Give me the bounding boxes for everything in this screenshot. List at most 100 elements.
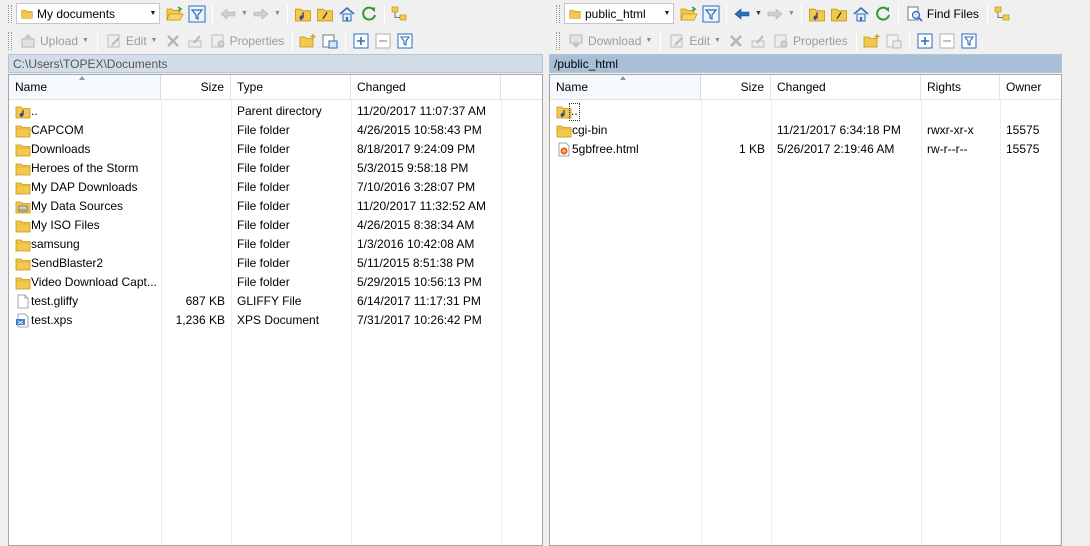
table-row[interactable]: samsung File folder 1/3/2016 10:42:08 AM bbox=[9, 235, 542, 254]
filter-button[interactable] bbox=[700, 3, 722, 25]
filter-select-button[interactable] bbox=[394, 30, 416, 52]
rename-button[interactable] bbox=[747, 30, 769, 52]
table-row[interactable]: .. bbox=[550, 102, 1061, 121]
chevron-down-icon[interactable]: ▼ bbox=[274, 10, 281, 17]
chevron-down-icon[interactable]: ▼ bbox=[714, 37, 721, 44]
new-folder-button[interactable] bbox=[861, 30, 883, 52]
forward-button[interactable]: ▼ bbox=[764, 3, 797, 25]
filter-select-button[interactable] bbox=[958, 30, 980, 52]
chevron-down-icon[interactable]: ▼ bbox=[645, 37, 652, 44]
select-files-button[interactable] bbox=[914, 30, 936, 52]
column-header-name[interactable]: Name bbox=[9, 75, 161, 99]
column-header-name[interactable]: Name bbox=[550, 75, 701, 99]
name-cell: Heroes of the Storm bbox=[9, 159, 161, 178]
chevron-down-icon[interactable]: ▼ bbox=[788, 10, 795, 17]
back-button[interactable]: ▼ bbox=[217, 3, 250, 25]
column-divider bbox=[771, 100, 772, 545]
new-folder-button[interactable] bbox=[297, 30, 319, 52]
table-row[interactable]: My DAP Downloads File folder 7/10/2016 3:2… bbox=[9, 178, 542, 197]
upload-button[interactable]: Upload ▼ bbox=[16, 30, 93, 52]
arrow-right-icon bbox=[767, 7, 783, 20]
download-button[interactable]: Download ▼ bbox=[564, 30, 656, 52]
delete-icon bbox=[166, 34, 179, 47]
chevron-down-icon[interactable]: ▼ bbox=[755, 10, 762, 17]
root-directory-button[interactable] bbox=[828, 3, 850, 25]
open-directory-button[interactable] bbox=[678, 3, 700, 25]
column-header-type[interactable]: Type bbox=[231, 75, 351, 99]
parent-directory-button[interactable] bbox=[806, 3, 828, 25]
table-row[interactable]: Video Download Capt... File folder 5/29/20… bbox=[9, 273, 542, 292]
chevron-down-icon[interactable]: ▼ bbox=[151, 37, 158, 44]
properties-button[interactable]: Properties bbox=[206, 30, 289, 52]
column-header-size[interactable]: Size bbox=[161, 75, 231, 99]
column-header-size[interactable]: Size bbox=[701, 75, 771, 99]
select-files-button[interactable] bbox=[350, 30, 372, 52]
unselect-files-button[interactable] bbox=[372, 30, 394, 52]
table-row[interactable]: cgi-bin 11/21/2017 6:34:18 PM rwxr-xr-x 155… bbox=[550, 121, 1061, 140]
tree-view-button[interactable] bbox=[389, 3, 411, 25]
toolbar-grip[interactable] bbox=[8, 31, 12, 50]
table-row[interactable]: Downloads File folder 8/18/2017 9:24:09 PM bbox=[9, 140, 542, 159]
column-header-changed[interactable]: Changed bbox=[351, 75, 501, 99]
local-file-list[interactable]: Name Size Type Changed .. Parent director… bbox=[8, 74, 543, 546]
file-name: CAPCOM bbox=[31, 123, 84, 137]
toolbar-grip[interactable] bbox=[556, 31, 560, 50]
chevron-down-icon[interactable]: ▼ bbox=[241, 10, 248, 17]
size-cell bbox=[161, 178, 231, 197]
forward-button[interactable]: ▼ bbox=[250, 3, 283, 25]
edit-button[interactable]: Edit ▼ bbox=[665, 30, 725, 52]
home-directory-button[interactable] bbox=[850, 3, 872, 25]
refresh-button[interactable] bbox=[358, 3, 380, 25]
toolbar-grip[interactable] bbox=[556, 4, 560, 23]
toolbar-separator bbox=[660, 30, 662, 51]
table-row[interactable]: 5gbfree.html 1 KB 5/26/2017 2:19:46 AM rw-r… bbox=[550, 140, 1061, 159]
file-name: Video Download Capt... bbox=[31, 275, 157, 289]
column-header-changed[interactable]: Changed bbox=[771, 75, 921, 99]
edit-button[interactable]: Edit ▼ bbox=[102, 30, 162, 52]
unselect-files-button[interactable] bbox=[936, 30, 958, 52]
remote-location-combo[interactable]: public_html ▼ bbox=[564, 3, 674, 24]
filter-button[interactable] bbox=[186, 3, 208, 25]
table-row[interactable]: My ISO Files File folder 4/26/2015 8:38:34… bbox=[9, 216, 542, 235]
refresh-button[interactable] bbox=[872, 3, 894, 25]
column-header-rights[interactable]: Rights bbox=[921, 75, 1000, 99]
rename-button[interactable] bbox=[184, 30, 206, 52]
column-header-owner[interactable]: Owner bbox=[1000, 75, 1061, 99]
home-directory-button[interactable] bbox=[336, 3, 358, 25]
minus-icon bbox=[939, 33, 955, 48]
root-directory-button[interactable] bbox=[314, 3, 336, 25]
open-directory-button[interactable] bbox=[164, 3, 186, 25]
changed-cell: 6/14/2017 11:17:31 PM bbox=[357, 294, 481, 308]
table-row[interactable]: SendBlaster2 File folder 5/11/2015 8:51:38… bbox=[9, 254, 542, 273]
chevron-down-icon[interactable]: ▼ bbox=[82, 37, 89, 44]
remote-file-list[interactable]: Name Size Changed Rights Owner .. cgi-bin… bbox=[549, 74, 1062, 546]
chevron-down-icon[interactable]: ▼ bbox=[661, 4, 673, 23]
new-file-button[interactable] bbox=[883, 30, 905, 52]
type-cell: GLIFFY File bbox=[237, 294, 302, 308]
download-label: Download bbox=[588, 33, 642, 48]
table-row[interactable]: My Data Sources File folder 11/20/2017 11:… bbox=[9, 197, 542, 216]
chevron-down-icon[interactable]: ▼ bbox=[147, 4, 159, 23]
table-row[interactable]: test.gliffy 687 KB GLIFFY File 6/14/2017 11… bbox=[9, 292, 542, 311]
toolbar-grip[interactable] bbox=[8, 4, 12, 23]
tree-view-button[interactable] bbox=[992, 3, 1014, 25]
remote-list-header: Name Size Changed Rights Owner bbox=[550, 75, 1061, 100]
back-button[interactable]: ▼ bbox=[731, 3, 764, 25]
delete-button[interactable] bbox=[725, 30, 747, 52]
parent-directory-button[interactable] bbox=[292, 3, 314, 25]
table-row[interactable]: test.xps 1,236 KB XPS Document 7/31/2017 10… bbox=[9, 311, 542, 330]
local-path-bar[interactable]: C:\Users\TOPEX\Documents bbox=[8, 54, 543, 73]
size-cell: 1 KB bbox=[738, 142, 765, 156]
new-file-button[interactable] bbox=[319, 30, 341, 52]
table-row[interactable]: CAPCOM File folder 4/26/2015 10:58:43 PM bbox=[9, 121, 542, 140]
table-row[interactable]: .. Parent directory 11/20/2017 11:07:37 AM bbox=[9, 102, 542, 121]
delete-button[interactable] bbox=[162, 30, 184, 52]
local-location-combo[interactable]: My documents ▼ bbox=[16, 3, 160, 24]
type-cell: File folder bbox=[237, 275, 290, 289]
toolbar-separator bbox=[286, 3, 288, 24]
remote-path-bar[interactable]: /public_html bbox=[549, 54, 1062, 73]
find-files-button[interactable]: Find Files bbox=[903, 3, 983, 25]
properties-button[interactable]: Properties bbox=[769, 30, 852, 52]
edit-label: Edit bbox=[125, 33, 147, 48]
table-row[interactable]: Heroes of the Storm File folder 5/3/2015 9… bbox=[9, 159, 542, 178]
